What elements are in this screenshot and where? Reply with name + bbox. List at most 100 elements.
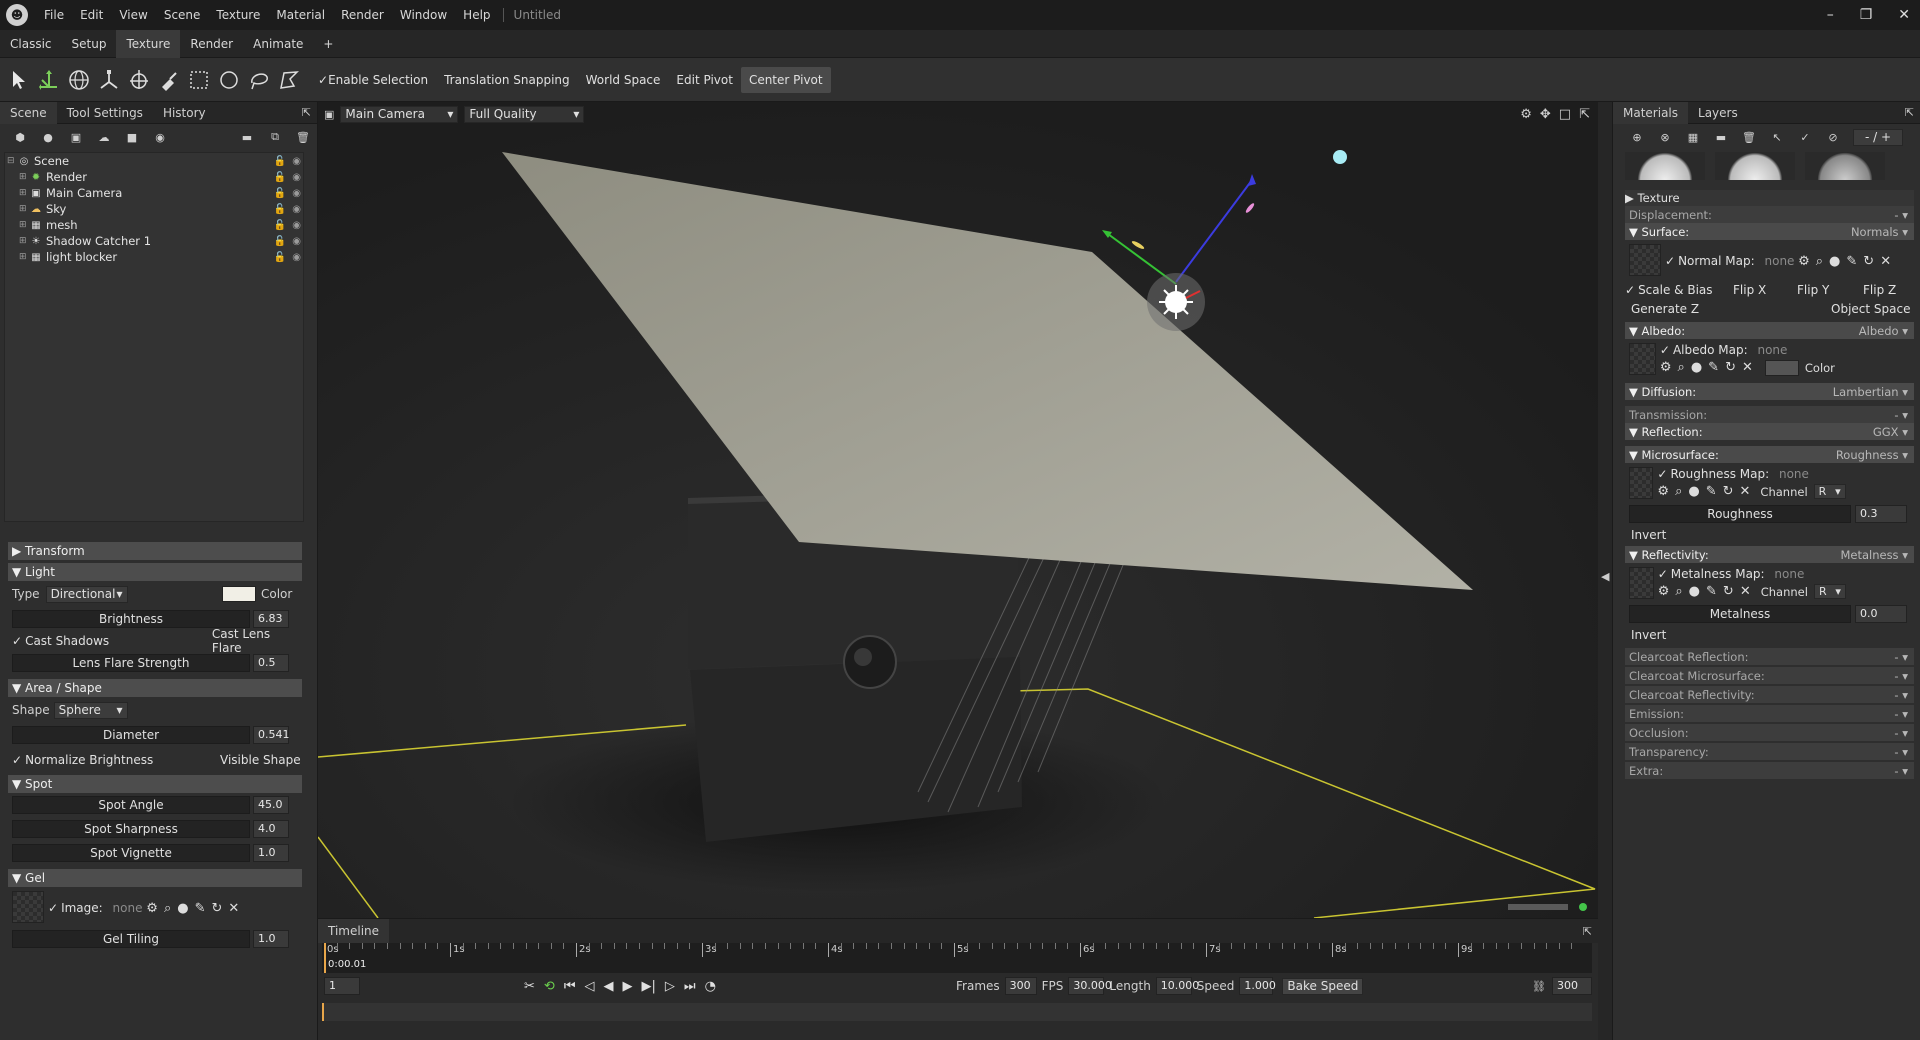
edit-icon[interactable]: ✎ <box>1708 360 1719 375</box>
tree-item[interactable]: ⊞ ▣ Main Camera 🔓 ◉ <box>5 185 303 201</box>
select-arrow-icon[interactable] <box>4 64 34 96</box>
minimize-button[interactable]: – <box>1827 7 1834 23</box>
section-displacement[interactable]: Displacement: - ▾ <box>1625 206 1914 223</box>
speed-input[interactable]: 1.000 <box>1239 977 1276 995</box>
eye-icon[interactable]: ◉ <box>292 188 301 199</box>
section-surface[interactable]: ▼ Surface: Normals ▾ <box>1625 223 1914 240</box>
paint-icon[interactable]: ● <box>177 901 188 916</box>
normal-map-checkbox[interactable]: ✓ Normal Map: none <box>1665 254 1794 268</box>
circle-select-icon[interactable] <box>214 64 244 96</box>
maximize-button[interactable]: ❐ <box>1860 7 1873 23</box>
rect-select-icon[interactable] <box>184 64 214 96</box>
generate-z-checkbox[interactable]: Generate Z <box>1631 302 1699 316</box>
tab-tool-settings[interactable]: Tool Settings <box>57 102 153 124</box>
normal-map-thumbnail[interactable] <box>1629 244 1661 276</box>
material-counter[interactable]: - / + <box>1853 128 1903 146</box>
add-camera-icon[interactable]: ▣ <box>62 126 90 148</box>
roughness-slider[interactable]: Roughness <box>1629 505 1851 523</box>
section-transmission[interactable]: Transmission: - ▾ <box>1625 406 1914 423</box>
lock-icon[interactable]: 🔓 <box>274 220 286 231</box>
translate-icon[interactable] <box>34 64 64 96</box>
menu-edit[interactable]: Edit <box>72 8 111 22</box>
collapse-icon[interactable]: ◀ <box>1601 570 1609 583</box>
section-transform[interactable]: ▶ Transform <box>8 542 302 560</box>
section-clearcoat-reflectivity[interactable]: Clearcoat Reflectivity: - ▾ <box>1625 686 1914 703</box>
popout-icon[interactable]: ⇱ <box>1583 925 1592 938</box>
edit-icon[interactable]: ✎ <box>195 901 206 916</box>
frame-view-icon[interactable]: □ <box>1559 107 1571 122</box>
menu-view[interactable]: View <box>111 8 155 22</box>
reload-icon[interactable]: ↻ <box>1723 584 1734 599</box>
popout-icon[interactable]: ⇱ <box>1905 106 1914 119</box>
rotate-icon[interactable] <box>64 64 94 96</box>
spot-angle-slider[interactable]: Spot Angle <box>12 796 250 814</box>
eye-icon[interactable]: ◉ <box>292 220 301 231</box>
scissors-icon[interactable]: ✂ <box>524 979 535 994</box>
menu-texture[interactable]: Texture <box>208 8 268 22</box>
folder-icon[interactable]: ▬ <box>233 126 261 148</box>
menu-scene[interactable]: Scene <box>156 8 209 22</box>
frames-input[interactable]: 300 <box>1004 977 1037 995</box>
metalness-value[interactable]: 0.0 <box>1855 605 1907 623</box>
tab-scene[interactable]: Scene <box>0 101 57 124</box>
albedo-color-swatch[interactable] <box>1764 359 1799 376</box>
edit-icon[interactable]: ✎ <box>1706 484 1717 499</box>
quality-dropdown[interactable]: Full Quality ▾ <box>464 105 585 123</box>
lens-flare-value[interactable]: 0.5 <box>253 654 289 672</box>
spot-vignette-slider[interactable]: Spot Vignette <box>12 844 250 862</box>
expand-icon[interactable]: ⊞ <box>19 236 29 246</box>
gel-tiling-value[interactable]: 1.0 <box>253 930 289 948</box>
material-swatch[interactable] <box>1625 152 1705 180</box>
flip-x-checkbox[interactable]: Flip X <box>1733 283 1766 297</box>
folder-icon[interactable]: ▬ <box>1707 126 1735 148</box>
add-material-icon[interactable]: ⊕ <box>1623 126 1651 148</box>
search-icon[interactable]: ⌕ <box>1675 584 1682 599</box>
world-space-button[interactable]: World Space <box>578 67 669 93</box>
section-reflectivity[interactable]: ▼ Reflectivity: Metalness ▾ <box>1625 546 1914 563</box>
metalness-slider[interactable]: Metalness <box>1629 605 1851 623</box>
expand-icon[interactable]: ⊟ <box>7 156 17 166</box>
metalness-channel-dropdown[interactable]: R ▾ <box>1813 584 1846 599</box>
clear-icon[interactable]: ✕ <box>1740 484 1751 499</box>
roughness-map-thumbnail[interactable] <box>1629 467 1654 499</box>
paint-icon[interactable]: ● <box>1688 484 1699 499</box>
gear-icon[interactable]: ⚙ <box>1660 360 1672 375</box>
expand-icon[interactable]: ⊞ <box>19 204 29 214</box>
section-transparency[interactable]: Transparency: - ▾ <box>1625 743 1914 760</box>
block-icon[interactable]: ⊘ <box>1819 126 1847 148</box>
transform-all-icon[interactable] <box>124 64 154 96</box>
prev-frame-icon[interactable]: ◀ <box>604 979 614 994</box>
expand-icon[interactable]: ⊞ <box>19 220 29 230</box>
light-type-dropdown[interactable]: Directional ▾ <box>45 585 128 603</box>
section-spot[interactable]: ▼ Spot <box>8 775 302 793</box>
edit-pivot-button[interactable]: Edit Pivot <box>668 67 741 93</box>
section-light[interactable]: ▼ Light <box>8 563 302 581</box>
clear-icon[interactable]: ✕ <box>1740 584 1751 599</box>
bake-speed-button[interactable]: Bake Speed <box>1282 977 1364 995</box>
albedo-map-thumbnail[interactable] <box>1629 343 1656 375</box>
camera-dropdown[interactable]: Main Camera ▾ <box>340 105 459 123</box>
tab-texture[interactable]: Texture <box>116 29 181 58</box>
albedo-map-checkbox[interactable]: ✓ Albedo Map: none <box>1660 343 1788 357</box>
cast-shadows-checkbox[interactable]: ✓ Cast Shadows <box>12 634 109 648</box>
reload-icon[interactable]: ↻ <box>1723 484 1734 499</box>
enable-selection-toggle[interactable]: ✓Enable Selection <box>310 67 436 93</box>
tab-animate[interactable]: Animate <box>243 30 313 58</box>
edit-icon[interactable]: ✎ <box>1846 254 1857 269</box>
tab-add[interactable]: + <box>313 30 343 58</box>
diameter-value[interactable]: 0.541 <box>253 726 290 744</box>
section-extra[interactable]: Extra: - ▾ <box>1625 762 1914 779</box>
tab-layers[interactable]: Layers <box>1688 102 1748 124</box>
gel-image-thumbnail[interactable] <box>12 891 44 923</box>
roughness-value[interactable]: 0.3 <box>1855 505 1907 523</box>
last-frame-icon[interactable]: ⏭ <box>684 979 696 994</box>
search-icon[interactable]: ⌕ <box>1816 254 1823 269</box>
keyframe-track[interactable] <box>322 1003 1592 1021</box>
tree-root[interactable]: ⊟ ◎ Scene 🔓 ◉ <box>5 153 303 169</box>
playhead[interactable] <box>324 943 326 973</box>
shape-dropdown[interactable]: Sphere ▾ <box>53 701 128 719</box>
reload-icon[interactable]: ↻ <box>1863 254 1874 269</box>
eye-icon[interactable]: ◉ <box>292 236 301 247</box>
eye-icon[interactable]: ◉ <box>292 156 301 167</box>
right-panel-splitter[interactable]: ◀ <box>1598 102 1612 1040</box>
